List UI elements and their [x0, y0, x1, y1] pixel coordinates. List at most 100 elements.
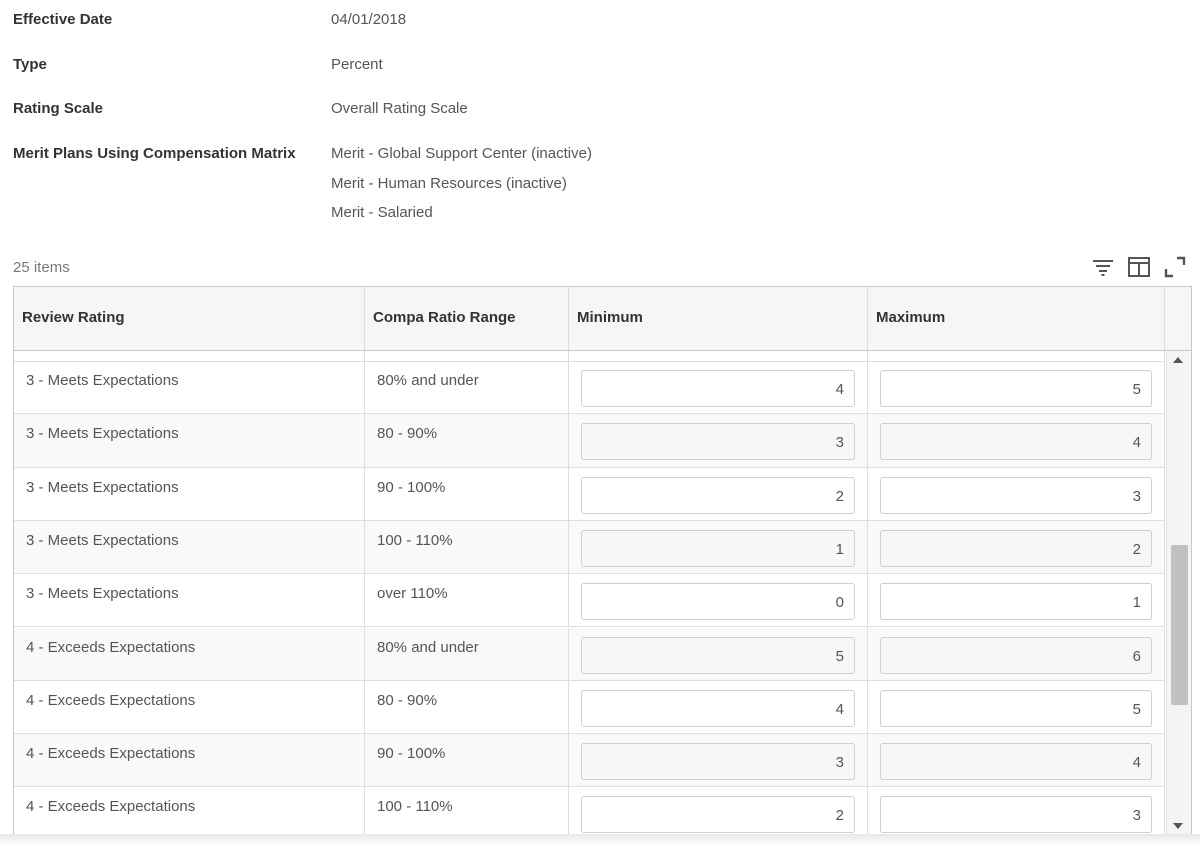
minimum-input[interactable]: 3	[581, 423, 855, 461]
scrollbar-thumb[interactable]	[1171, 545, 1188, 705]
review-rating-text: 3 - Meets Expectations	[26, 478, 179, 496]
review-rating-text: 4 - Exceeds Expectations	[26, 745, 196, 763]
table-row: 3 - Meets Expectations 100 - 110% 1 2	[14, 520, 1165, 575]
table-row: 3 - Meets Expectations over 110% 0 1	[14, 574, 1165, 628]
review-rating-cell: 3 - Meets Expectations	[14, 414, 365, 468]
review-rating-cell: 4 - Exceeds Expectations	[14, 787, 365, 835]
compa-ratio-range-cell: 80 - 90%	[365, 680, 569, 734]
review-rating-cell: 3 - Meets Expectations	[14, 574, 365, 628]
rating-scale-label: Rating Scale	[13, 100, 104, 117]
maximum-cell: 4	[868, 414, 1165, 468]
review-rating-cell: 4 - Exceeds Expectations	[14, 680, 365, 734]
page-bottom-edge	[0, 834, 1200, 846]
compa-ratio-range-cell: 80 - 90%	[365, 414, 569, 468]
maximum-cell: 3	[868, 787, 1165, 835]
maximum-cell: 3	[868, 467, 1165, 521]
review-rating-text: 3 - Meets Expectations	[26, 585, 179, 603]
effective-date-label: Effective Date	[13, 11, 113, 28]
minimum-input[interactable]: 3	[581, 743, 855, 781]
items-count: 25 items	[13, 259, 70, 276]
minimum-cell: 1	[569, 520, 868, 574]
minimum-input[interactable]: 1	[581, 529, 855, 567]
merit-plans-label: Merit Plans Using Compensation Matrix	[13, 145, 296, 162]
compa-ratio-range-text: 80% and under	[377, 638, 479, 656]
scroll-up-arrow-icon[interactable]	[1173, 357, 1183, 363]
column-header-compa-ratio-range[interactable]: Compa Ratio Range	[365, 287, 569, 350]
maximum-input[interactable]: 5	[880, 370, 1152, 407]
table-row: 3 - Meets Expectations 80% and under 4 5	[14, 361, 1165, 415]
minimum-cell: 4	[569, 361, 868, 414]
compa-ratio-range-cell: 90 - 100%	[365, 734, 569, 788]
cell	[14, 351, 365, 361]
maximum-input[interactable]: 6	[880, 636, 1152, 674]
compa-ratio-range-cell: 80% and under	[365, 361, 569, 414]
review-rating-cell: 4 - Exceeds Expectations	[14, 627, 365, 681]
review-rating-text: 3 - Meets Expectations	[26, 372, 179, 389]
maximum-cell: 1	[868, 574, 1165, 628]
maximum-input[interactable]: 5	[880, 689, 1152, 727]
review-rating-cell: 4 - Exceeds Expectations	[14, 734, 365, 788]
filter-icon[interactable]	[1091, 255, 1115, 279]
minimum-input[interactable]: 5	[581, 636, 855, 674]
merit-plans-list: Merit - Global Support Center (inactive)…	[331, 145, 592, 234]
table-row: 3 - Meets Expectations 90 - 100% 2 3	[14, 467, 1165, 521]
column-header-maximum[interactable]: Maximum	[868, 287, 1165, 350]
maximum-input[interactable]: 2	[880, 529, 1152, 567]
compa-ratio-range-cell: over 110%	[365, 574, 569, 628]
maximum-cell: 6	[868, 627, 1165, 681]
column-header-minimum[interactable]: Minimum	[569, 287, 868, 350]
minimum-input[interactable]: 2	[581, 796, 855, 834]
maximum-input[interactable]: 4	[880, 743, 1152, 781]
merit-plan-item: Merit - Human Resources (inactive)	[331, 174, 567, 192]
scroll-down-arrow-icon[interactable]	[1173, 823, 1183, 829]
effective-date-value: 04/01/2018	[331, 11, 407, 28]
minimum-input[interactable]: 2	[581, 476, 855, 514]
review-rating-text: 4 - Exceeds Expectations	[26, 798, 196, 816]
minimum-cell: 3	[569, 734, 868, 788]
minimum-cell: 4	[569, 680, 868, 734]
maximum-cell: 2	[868, 520, 1165, 574]
compa-ratio-range-text: 80 - 90%	[377, 425, 438, 443]
compa-ratio-range-text: 80 - 90%	[377, 691, 438, 709]
compa-ratio-range-cell: 90 - 100%	[365, 467, 569, 521]
minimum-cell: 5	[569, 627, 868, 681]
maximum-input[interactable]: 3	[880, 476, 1152, 514]
maximum-input[interactable]: 4	[880, 423, 1152, 461]
type-label: Type	[13, 56, 47, 73]
grid-header: Review Rating Compa Ratio Range Minimum …	[14, 287, 1191, 351]
expand-icon[interactable]	[1163, 255, 1187, 279]
compensation-matrix-grid: Review Rating Compa Ratio Range Minimum …	[13, 286, 1192, 835]
table-row: 3 - Meets Expectations 80 - 90% 3 4	[14, 414, 1165, 468]
column-header-review-rating[interactable]: Review Rating	[14, 287, 365, 350]
compa-ratio-range-text: 100 - 110%	[377, 798, 453, 816]
rating-scale-value: Overall Rating Scale	[331, 100, 468, 117]
columns-icon[interactable]	[1127, 255, 1151, 279]
maximum-cell: 5	[868, 680, 1165, 734]
compa-ratio-range-text: 100 - 110%	[377, 531, 453, 549]
merit-plan-item: Merit - Salaried	[331, 204, 433, 222]
vertical-scrollbar[interactable]	[1166, 351, 1191, 835]
table-row: 4 - Exceeds Expectations 80 - 90% 4 5	[14, 680, 1165, 735]
minimum-input[interactable]: 4	[581, 689, 855, 727]
maximum-input[interactable]: 1	[880, 583, 1152, 621]
compa-ratio-range-text: over 110%	[377, 585, 448, 603]
table-row: 4 - Exceeds Expectations 80% and under 5 6	[14, 627, 1165, 681]
minimum-cell: 2	[569, 467, 868, 521]
compa-ratio-range-cell: 100 - 110%	[365, 520, 569, 574]
cell	[365, 351, 569, 361]
review-rating-text: 4 - Exceeds Expectations	[26, 691, 196, 709]
grid-toolbar	[1091, 255, 1187, 279]
review-rating-text: 3 - Meets Expectations	[26, 425, 179, 443]
minimum-input[interactable]: 4	[581, 370, 855, 407]
compa-ratio-range-text: 90 - 100%	[377, 478, 446, 496]
maximum-cell: 5	[868, 361, 1165, 414]
minimum-cell: 2	[569, 787, 868, 835]
compa-ratio-range-text: 80% and under	[377, 372, 479, 389]
table-row: 4 - Exceeds Expectations 90 - 100% 3 4	[14, 734, 1165, 788]
maximum-input[interactable]: 3	[880, 796, 1152, 834]
table-row: 4 - Exceeds Expectations 100 - 110% 2 3	[14, 787, 1165, 835]
maximum-cell: 4	[868, 734, 1165, 788]
minimum-input[interactable]: 0	[581, 583, 855, 621]
review-rating-text: 3 - Meets Expectations	[26, 531, 179, 549]
review-rating-cell: 3 - Meets Expectations	[14, 520, 365, 574]
